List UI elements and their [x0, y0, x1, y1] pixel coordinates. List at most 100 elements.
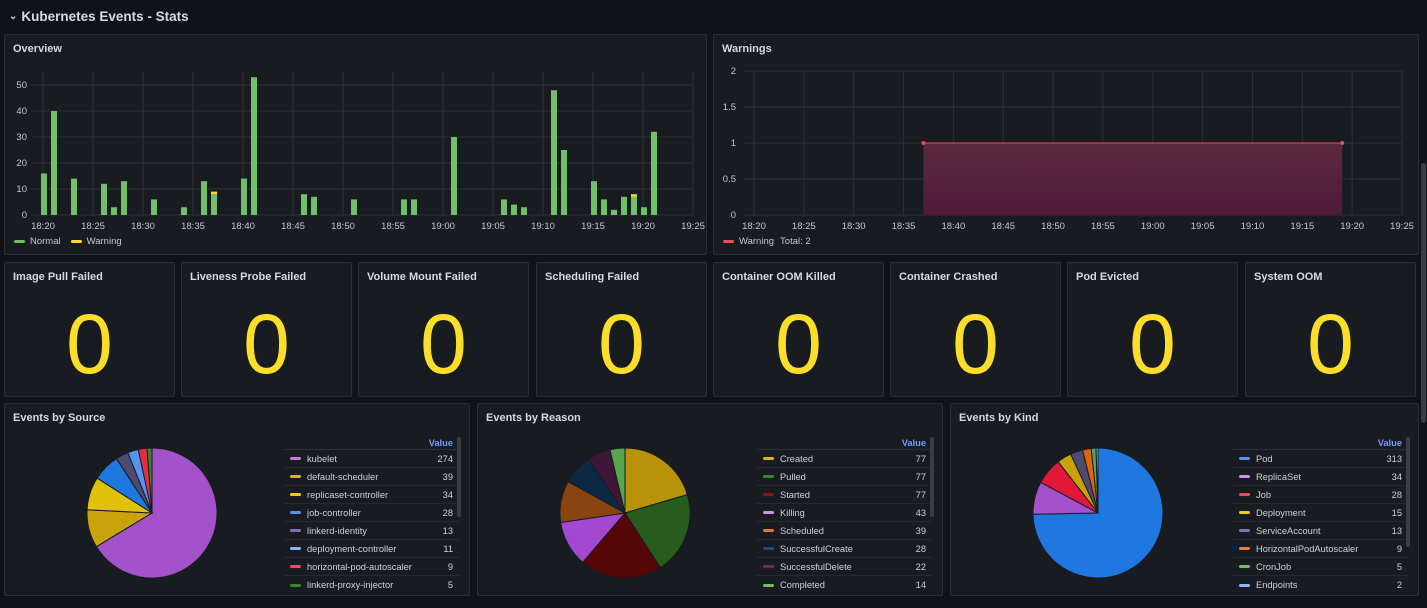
legend-item-warning[interactable]: Warning Total: 2: [723, 236, 811, 247]
bar-normal[interactable]: [631, 196, 637, 215]
bar-normal[interactable]: [651, 131, 657, 215]
legend-value-header[interactable]: Value: [1233, 436, 1408, 450]
legend-item-warning[interactable]: Warning: [70, 236, 122, 247]
legend-row[interactable]: job-controller 28: [284, 504, 459, 522]
legend-value-header[interactable]: Value: [757, 436, 932, 450]
bar-normal[interactable]: [41, 173, 47, 215]
legend-value-header[interactable]: Value: [284, 436, 459, 450]
bar-normal[interactable]: [101, 183, 107, 215]
bar-normal[interactable]: [351, 199, 357, 215]
page-scrollbar[interactable]: [1421, 163, 1426, 423]
legend-row[interactable]: Deployment 15: [1233, 504, 1408, 522]
legend-row[interactable]: ReplicaSet 34: [1233, 468, 1408, 486]
panel-title[interactable]: Image Pull Failed: [13, 271, 103, 283]
bar-normal[interactable]: [621, 196, 627, 215]
stat-value: 0: [775, 297, 822, 391]
overview-chart[interactable]: 0 10 20 30 40 50 18:20 18:25 18:30 18:35 18:40 18:4…: [5, 35, 708, 256]
bar-normal[interactable]: [561, 150, 567, 215]
x-tick-label: 18:40: [231, 221, 255, 232]
bar-normal[interactable]: [301, 194, 307, 215]
data-point-warning[interactable]: [1340, 141, 1345, 145]
x-tick-label: 19:00: [1141, 221, 1165, 232]
bar-warning[interactable]: [631, 194, 637, 197]
legend-row[interactable]: Endpoints 2: [1233, 576, 1408, 594]
legend-row[interactable]: HorizontalPodAutoscaler 9: [1233, 540, 1408, 558]
legend-row[interactable]: kubelet 274: [284, 450, 459, 468]
bar-normal[interactable]: [211, 194, 217, 215]
bar-normal[interactable]: [411, 199, 417, 215]
bar-normal[interactable]: [521, 207, 527, 215]
bar-normal[interactable]: [201, 181, 207, 215]
legend-row[interactable]: linkerd-proxy-injector 5: [284, 576, 459, 594]
panel-title[interactable]: Scheduling Failed: [545, 271, 639, 283]
x-tick-label: 19:20: [1340, 221, 1364, 232]
pie-legend-table: Value Pod 313 ReplicaSet 34 Job 28 Deplo…: [1233, 436, 1408, 594]
bar-normal[interactable]: [641, 207, 647, 215]
legend-swatch: [1239, 565, 1250, 568]
legend-row[interactable]: horizontal-pod-autoscaler 9: [284, 558, 459, 576]
data-point-warning[interactable]: [921, 141, 926, 145]
legend-row[interactable]: Pulled 77: [757, 468, 932, 486]
stat-value: 0: [1129, 297, 1176, 391]
overview-panel: Overview 0 10 20 30 40 50 18:20 18:25 18:30 18:35…: [4, 34, 707, 255]
legend-value: 28: [915, 543, 926, 554]
legend-row[interactable]: Completed 14: [757, 576, 932, 594]
legend-row[interactable]: Pod 313: [1233, 450, 1408, 468]
legend-row[interactable]: Started 77: [757, 486, 932, 504]
x-tick-label: 19:00: [431, 221, 455, 232]
panel-title[interactable]: System OOM: [1254, 271, 1322, 283]
bar-normal[interactable]: [71, 178, 77, 215]
bar-normal[interactable]: [451, 137, 457, 215]
legend-row[interactable]: SuccessfulDelete 22: [757, 558, 932, 576]
legend-row[interactable]: deployment-controller 11: [284, 540, 459, 558]
chevron-down-icon[interactable]: ⌄: [9, 11, 17, 22]
legend-swatch: [763, 511, 774, 514]
panel-title[interactable]: Liveness Probe Failed: [190, 271, 306, 283]
panel-title[interactable]: Container OOM Killed: [722, 271, 836, 283]
bar-normal[interactable]: [51, 111, 57, 215]
bar-normal[interactable]: [591, 181, 597, 215]
bar-normal[interactable]: [111, 207, 117, 215]
section-header-kubernetes-events-stats[interactable]: ⌄ Kubernetes Events - Stats: [0, 0, 1427, 32]
legend-row[interactable]: ServiceAccount 13: [1233, 522, 1408, 540]
pie-chart[interactable]: [478, 404, 738, 597]
panel-title[interactable]: Volume Mount Failed: [367, 271, 477, 283]
bar-normal[interactable]: [121, 181, 127, 215]
legend-scrollbar[interactable]: [457, 437, 461, 517]
legend-scrollbar[interactable]: [1406, 437, 1410, 547]
bar-normal[interactable]: [511, 204, 517, 215]
legend-row[interactable]: Job 28: [1233, 486, 1408, 504]
legend-swatch: [763, 493, 774, 496]
bar-normal[interactable]: [611, 209, 617, 215]
legend-row[interactable]: default-scheduler 39: [284, 468, 459, 486]
legend-row[interactable]: Killing 43: [757, 504, 932, 522]
legend-item-normal[interactable]: Normal: [14, 236, 61, 247]
panel-title[interactable]: Container Crashed: [899, 271, 997, 283]
legend-label: Warning: [86, 236, 122, 247]
legend-row[interactable]: linkerd-identity 13: [284, 522, 459, 540]
bar-normal[interactable]: [601, 199, 607, 215]
legend-row[interactable]: Created 77: [757, 450, 932, 468]
panel-title[interactable]: Pod Evicted: [1076, 271, 1139, 283]
legend-row[interactable]: replicaset-controller 34: [284, 486, 459, 504]
bar-normal[interactable]: [311, 196, 317, 215]
bar-normal[interactable]: [151, 199, 157, 215]
legend-value: 313: [1386, 453, 1402, 464]
bar-warning[interactable]: [211, 191, 217, 195]
y-tick-label: 50: [16, 80, 27, 91]
bar-normal[interactable]: [181, 207, 187, 215]
bar-normal[interactable]: [401, 199, 407, 215]
bar-normal[interactable]: [501, 199, 507, 215]
legend-row[interactable]: SuccessfulCreate 28: [757, 540, 932, 558]
legend-value: 9: [447, 561, 453, 572]
bar-normal[interactable]: [551, 90, 557, 215]
warnings-chart[interactable]: 0 0.5 1 1.5 2 18:20 18:25 18:30 18:35 18:40 18:45 1…: [714, 35, 1420, 256]
pie-chart[interactable]: [951, 404, 1211, 597]
legend-scrollbar[interactable]: [930, 437, 934, 517]
pie-chart[interactable]: [5, 404, 265, 597]
legend-value: 13: [442, 525, 453, 536]
legend-row[interactable]: Scheduled 39: [757, 522, 932, 540]
legend-row[interactable]: CronJob 5: [1233, 558, 1408, 576]
bar-normal[interactable]: [241, 178, 247, 215]
bar-normal[interactable]: [251, 77, 257, 215]
